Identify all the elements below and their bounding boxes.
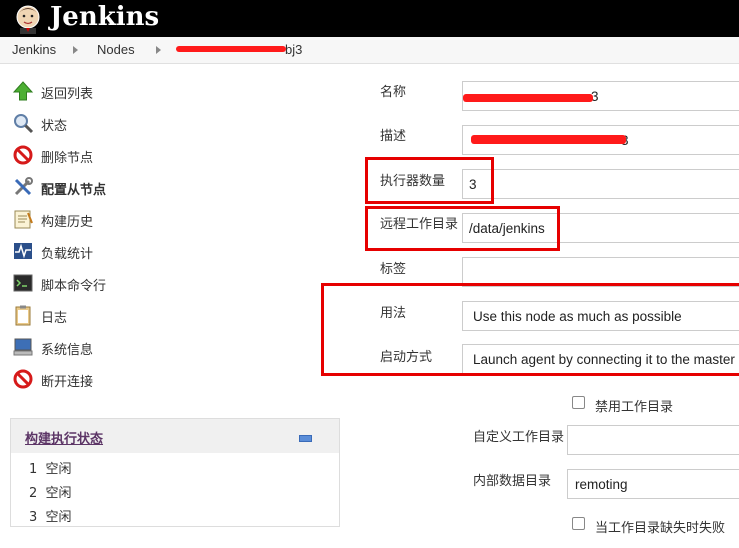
pulse-chart-icon	[14, 243, 32, 259]
sidebar-item-log[interactable]: 日志	[12, 304, 212, 328]
internal-dir-value: remoting	[575, 477, 628, 492]
executor-panel-title[interactable]: 构建执行状态	[25, 428, 103, 447]
brand-title[interactable]: Jenkins	[50, 1, 159, 33]
notepad-icon	[14, 210, 33, 229]
executor-number: 2	[29, 486, 38, 501]
executor-row: 1 空闲	[29, 458, 72, 477]
tools-icon	[14, 177, 33, 196]
description-label: 描述	[380, 129, 407, 144]
redaction-mark	[471, 135, 626, 144]
redaction-mark	[176, 46, 286, 52]
custom-workdir-label: 自定义工作目录	[473, 430, 565, 445]
sidebar-item-script-console[interactable]: 脚本命令行	[12, 272, 212, 296]
no-entry-icon	[13, 145, 33, 165]
fail-missing-label: 当工作目录缺失时失败	[595, 521, 726, 536]
magnifier-icon	[14, 114, 34, 134]
collapse-icon[interactable]	[299, 435, 312, 442]
redaction-mark	[463, 94, 593, 102]
sidebar-item-label: 断开连接	[41, 375, 94, 390]
terminal-icon	[13, 274, 33, 292]
sidebar-item-label: 删除节点	[41, 151, 94, 166]
no-entry-icon	[13, 369, 33, 389]
breadcrumb-node[interactable]: bj3	[285, 42, 302, 57]
sidebar-item-configure[interactable]: 配置从节点	[12, 176, 212, 200]
sidebar-item-load-statistics[interactable]: 负载统计	[12, 240, 212, 264]
executors-input[interactable]: 3	[462, 169, 739, 199]
computer-icon	[13, 338, 33, 356]
sidebar-item-label: 脚本命令行	[41, 279, 107, 294]
executor-status: 空闲	[45, 510, 72, 525]
header-bar: Jenkins	[0, 0, 739, 37]
executor-row: 2 空闲	[29, 482, 72, 501]
sidebar-item-status[interactable]: 状态	[12, 112, 212, 136]
executor-row: 3 空闲	[29, 506, 72, 525]
executor-status: 空闲	[45, 486, 72, 501]
sidebar-item-label: 构建历史	[41, 215, 94, 230]
disable-workdir-checkbox[interactable]	[572, 396, 585, 409]
sidebar-item-label: 日志	[41, 311, 68, 326]
breadcrumb-separator-icon	[156, 46, 161, 54]
clipboard-icon	[15, 305, 31, 326]
disable-workdir-label: 禁用工作目录	[595, 400, 674, 415]
internal-dir-input[interactable]: remoting	[567, 469, 739, 499]
highlight-box-executors	[365, 157, 494, 204]
executor-number: 3	[29, 510, 38, 525]
sidebar-item-system-info[interactable]: 系统信息	[12, 336, 212, 360]
executor-status-panel: 构建执行状态 1 空闲 2 空闲 3 空闲	[10, 418, 340, 527]
sidebar-item-delete-node[interactable]: 删除节点	[12, 144, 212, 168]
executor-status: 空闲	[45, 462, 72, 477]
breadcrumb-jenkins[interactable]: Jenkins	[12, 42, 56, 57]
name-input[interactable]: 3	[462, 81, 739, 111]
sidebar-item-label: 系统信息	[41, 343, 94, 358]
breadcrumb-nodes[interactable]: Nodes	[97, 42, 135, 57]
custom-workdir-input[interactable]	[567, 425, 739, 455]
highlight-box-remote-dir	[365, 206, 560, 251]
breadcrumb-separator-icon	[73, 46, 78, 54]
fail-missing-checkbox[interactable]	[572, 517, 585, 530]
sidebar-item-label: 负载统计	[41, 247, 94, 262]
name-label: 名称	[380, 85, 407, 100]
jenkins-butler-logo[interactable]	[12, 2, 44, 34]
up-arrow-icon	[12, 81, 34, 101]
sidebar-item-label: 状态	[41, 119, 68, 134]
sidebar-item-build-history[interactable]: 构建历史	[12, 208, 212, 232]
internal-dir-label: 内部数据目录	[473, 474, 552, 489]
executor-panel-header: 构建执行状态	[11, 419, 339, 453]
sidebar-item-disconnect[interactable]: 断开连接	[12, 368, 212, 392]
breadcrumb: Jenkins Nodes bj3	[0, 37, 739, 64]
highlight-box-usage-launch	[321, 283, 739, 376]
sidebar-item-back-to-list[interactable]: 返回列表	[12, 80, 212, 104]
description-input[interactable]: 3	[462, 125, 739, 155]
labels-label: 标签	[380, 262, 407, 277]
sidebar-item-label: 配置从节点	[41, 183, 107, 198]
sidebar-item-label: 返回列表	[41, 87, 94, 102]
executor-number: 1	[29, 462, 38, 477]
